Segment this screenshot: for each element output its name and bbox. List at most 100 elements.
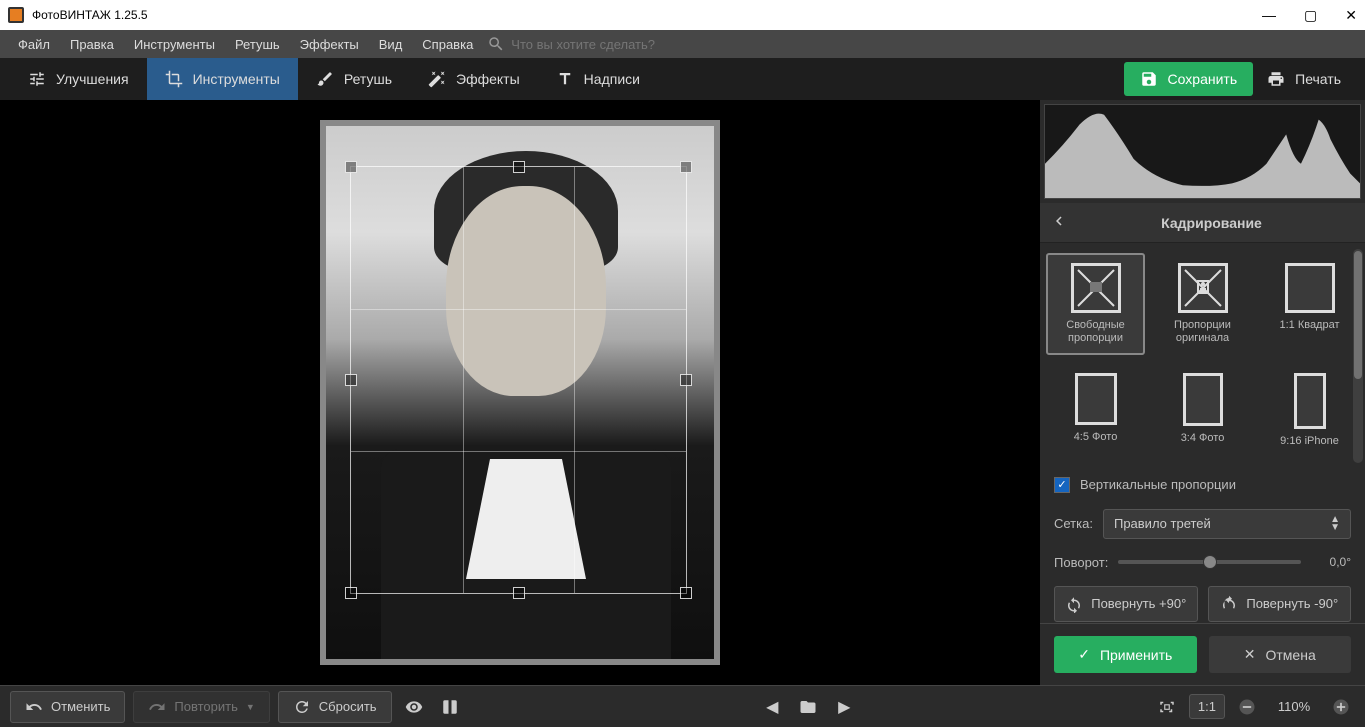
canvas[interactable]: [0, 100, 1040, 685]
menu-help[interactable]: Справка: [412, 37, 483, 52]
reset-icon: [293, 698, 311, 716]
crop-presets: Свободные пропорции Пропорции оригинала …: [1040, 243, 1365, 469]
grid-row: Сетка: Правило третей ▲▼: [1040, 501, 1365, 547]
tab-label: Ретушь: [344, 71, 392, 87]
panel-header: Кадрирование: [1040, 203, 1365, 243]
save-button[interactable]: Сохранить: [1124, 62, 1254, 96]
tab-text[interactable]: Надписи: [538, 58, 658, 100]
zoom-1-1[interactable]: 1:1: [1189, 694, 1225, 719]
reset-label: Сбросить: [319, 699, 377, 714]
folder-prev[interactable]: ◀: [758, 693, 786, 721]
minimize-button[interactable]: —: [1262, 7, 1276, 23]
close-icon: ✕: [1244, 646, 1256, 663]
spinner-icon: ▲▼: [1330, 516, 1340, 532]
rotate-row: Поворот: 0,0°: [1040, 547, 1365, 578]
crop-handle[interactable]: [680, 161, 692, 173]
rotate-slider[interactable]: [1118, 560, 1301, 564]
reset-button[interactable]: Сбросить: [278, 691, 392, 723]
print-button[interactable]: Печать: [1253, 62, 1355, 96]
tab-label: Улучшения: [56, 71, 129, 87]
tab-effects[interactable]: Эффекты: [410, 58, 538, 100]
crop-handle[interactable]: [680, 587, 692, 599]
crop-handle[interactable]: [345, 374, 357, 386]
apply-button[interactable]: ✓ Применить: [1054, 636, 1197, 673]
undo-button[interactable]: Отменить: [10, 691, 125, 723]
window-controls: — ▢ ✕: [1262, 7, 1357, 24]
tabbar: Улучшения Инструменты Ретушь Эффекты Над…: [0, 58, 1365, 100]
undo-icon: [25, 698, 43, 716]
crop-handle[interactable]: [680, 374, 692, 386]
compare-toggle[interactable]: [436, 693, 464, 721]
cancel-button[interactable]: ✕ Отмена: [1209, 636, 1352, 673]
crop-handle[interactable]: [513, 161, 525, 173]
open-folder[interactable]: [794, 693, 822, 721]
menu-edit[interactable]: Правка: [60, 37, 124, 52]
rotate-plus-label: Повернуть +90°: [1091, 596, 1186, 611]
tabs: Улучшения Инструменты Ретушь Эффекты Над…: [10, 58, 658, 100]
preset-3-4[interactable]: 3:4 Фото: [1153, 363, 1252, 458]
rotate-plus-button[interactable]: Повернуть +90°: [1054, 586, 1198, 622]
rotate-ccw-icon: [1220, 595, 1238, 613]
vertical-proportions-row: ✓ Вертикальные пропорции: [1040, 469, 1365, 501]
search-input[interactable]: [511, 37, 711, 52]
crop-handle[interactable]: [513, 587, 525, 599]
crop-icon: [165, 70, 183, 88]
chevron-down-icon: ▼: [246, 702, 255, 712]
crop-overlay[interactable]: [350, 166, 687, 594]
crop-handle[interactable]: [345, 587, 357, 599]
vertical-label: Вертикальные пропорции: [1080, 477, 1236, 492]
preset-original[interactable]: Пропорции оригинала: [1153, 253, 1252, 355]
tab-tools[interactable]: Инструменты: [147, 58, 298, 100]
bottombar: Отменить Повторить ▼ Сбросить ◀ ▶ 1:1 11…: [0, 685, 1365, 727]
close-button[interactable]: ✕: [1345, 7, 1357, 24]
undo-label: Отменить: [51, 699, 110, 714]
grid-select[interactable]: Правило третей ▲▼: [1103, 509, 1351, 539]
menu-search: [487, 35, 711, 53]
tab-label: Эффекты: [456, 71, 520, 87]
tab-enhancements[interactable]: Улучшения: [10, 58, 147, 100]
menu-retouch[interactable]: Ретушь: [225, 37, 290, 52]
preset-label: 4:5 Фото: [1074, 431, 1118, 444]
menu-view[interactable]: Вид: [369, 37, 413, 52]
menu-file[interactable]: Файл: [8, 37, 60, 52]
menu-tools[interactable]: Инструменты: [124, 37, 225, 52]
preset-label: 3:4 Фото: [1181, 432, 1225, 445]
app-title: ФотоВИНТАЖ 1.25.5: [32, 8, 1262, 22]
maximize-button[interactable]: ▢: [1304, 7, 1317, 24]
zoom-in[interactable]: [1327, 693, 1355, 721]
save-icon: [1140, 70, 1158, 88]
folder-next[interactable]: ▶: [830, 693, 858, 721]
preset-label: Пропорции оригинала: [1159, 319, 1246, 345]
tab-label: Инструменты: [193, 71, 280, 87]
print-label: Печать: [1295, 71, 1341, 87]
print-icon: [1267, 70, 1285, 88]
preset-4-5[interactable]: 4:5 Фото: [1046, 363, 1145, 458]
vertical-checkbox[interactable]: ✓: [1054, 477, 1070, 493]
tab-label: Надписи: [584, 71, 640, 87]
presets-scrollbar[interactable]: [1353, 249, 1363, 463]
apply-row: ✓ Применить ✕ Отмена: [1040, 623, 1365, 685]
menu-effects[interactable]: Эффекты: [290, 37, 369, 52]
zoom-out[interactable]: [1233, 693, 1261, 721]
app-icon: [8, 7, 24, 23]
preview-toggle[interactable]: [400, 693, 428, 721]
preset-9-16[interactable]: 9:16 iPhone: [1260, 363, 1359, 458]
wand-icon: [428, 70, 446, 88]
tab-retouch[interactable]: Ретушь: [298, 58, 410, 100]
back-button[interactable]: [1050, 212, 1068, 233]
preset-1-1[interactable]: 1:1 Квадрат: [1260, 253, 1359, 355]
crop-handle[interactable]: [345, 161, 357, 173]
text-icon: [556, 70, 574, 88]
check-icon: ✓: [1078, 646, 1090, 663]
brush-icon: [316, 70, 334, 88]
rotate-minus-button[interactable]: Повернуть -90°: [1208, 586, 1352, 622]
save-label: Сохранить: [1168, 71, 1238, 87]
grid-label: Сетка:: [1054, 516, 1093, 531]
fit-screen[interactable]: [1153, 693, 1181, 721]
preset-free[interactable]: Свободные пропорции: [1046, 253, 1145, 355]
rotate-label: Поворот:: [1054, 555, 1108, 570]
photo: [320, 120, 720, 665]
redo-button[interactable]: Повторить ▼: [133, 691, 269, 723]
cancel-label: Отмена: [1266, 647, 1316, 663]
apply-label: Применить: [1100, 647, 1172, 663]
